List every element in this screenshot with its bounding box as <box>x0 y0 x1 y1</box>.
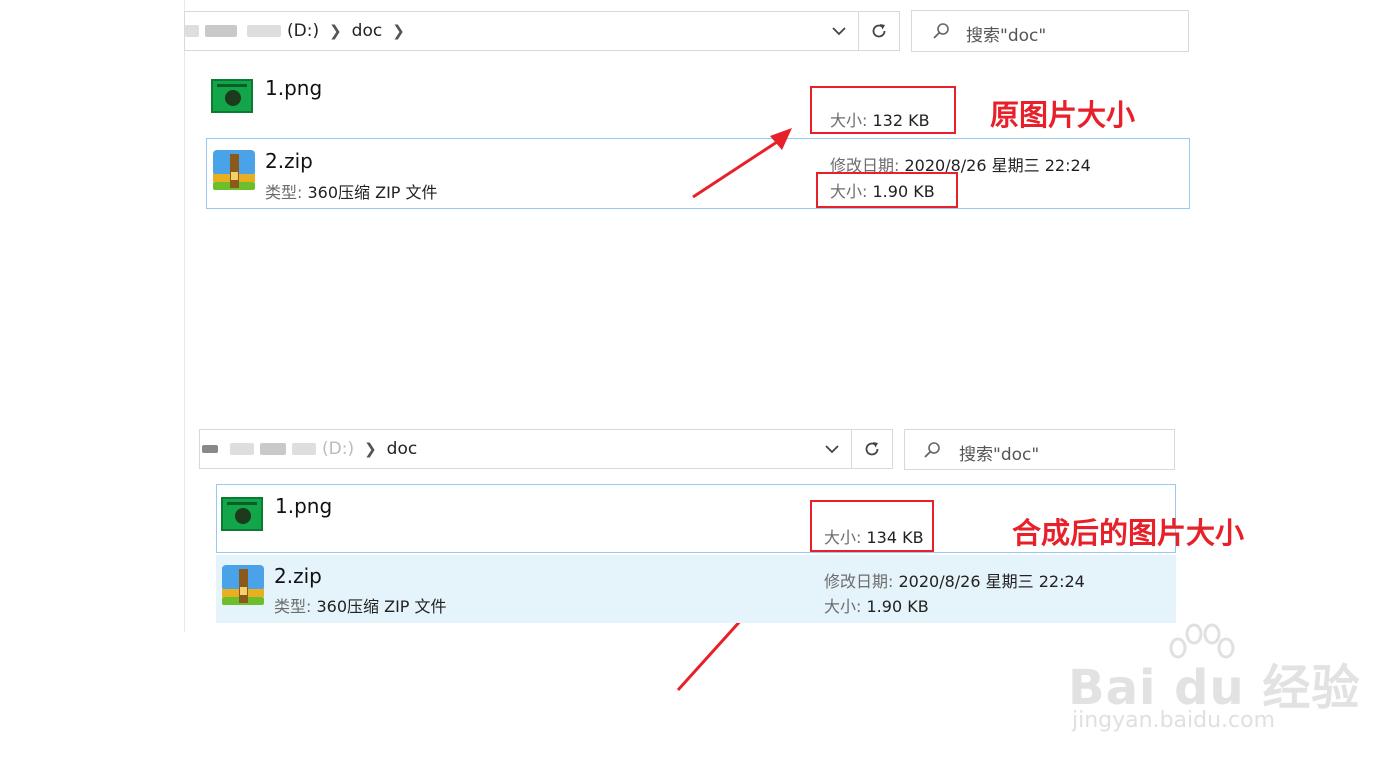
breadcrumb: (D:) ❯ doc ❯ <box>185 12 415 50</box>
search-box[interactable]: 搜索"doc" <box>904 429 1175 470</box>
zip-archive-icon <box>213 150 255 190</box>
search-placeholder: 搜索"doc" <box>959 445 1040 465</box>
redacted-path <box>247 25 281 37</box>
annotation-label: 原图片大小 <box>990 98 1136 132</box>
file-name: 1.png <box>275 494 333 518</box>
address-bar[interactable]: (D:) ❯ doc <box>199 429 893 469</box>
file-size: 大小: 1.90 KB <box>824 597 929 616</box>
annotation-label: 合成后的图片大小 <box>1012 516 1245 550</box>
file-name: 1.png <box>265 76 323 100</box>
refresh-icon <box>872 24 886 38</box>
redacted-path <box>205 25 237 37</box>
refresh-button[interactable] <box>852 430 892 468</box>
refresh-icon <box>865 442 879 456</box>
breadcrumb-folder[interactable]: doc <box>352 21 383 41</box>
breadcrumb-drive[interactable]: (D:) <box>287 21 319 41</box>
redacted-path <box>292 443 316 455</box>
zip-archive-icon <box>222 565 264 605</box>
chevron-down-icon <box>832 26 846 35</box>
history-dropdown-button[interactable] <box>814 430 850 468</box>
address-bar[interactable]: (D:) ❯ doc ❯ <box>184 11 900 51</box>
file-modified-date: 修改日期: 2020/8/26 星期三 22:24 <box>824 572 1085 591</box>
chevron-right-icon[interactable]: ❯ <box>392 22 405 40</box>
chevron-right-icon[interactable]: ❯ <box>364 440 377 458</box>
chevron-down-icon <box>825 444 839 453</box>
redacted-path <box>230 443 254 455</box>
highlight-box <box>810 86 956 134</box>
search-icon <box>933 23 949 39</box>
breadcrumb: (D:) ❯ doc <box>200 430 417 468</box>
breadcrumb-folder[interactable]: doc <box>387 439 418 459</box>
breadcrumb-drive[interactable]: (D:) <box>322 439 354 459</box>
image-thumbnail <box>211 79 253 113</box>
watermark-url: jingyan.baidu.com <box>1072 708 1276 733</box>
file-name: 2.zip <box>274 564 322 588</box>
refresh-button[interactable] <box>859 12 899 50</box>
history-dropdown-button[interactable] <box>821 12 857 50</box>
file-type: 类型: 360压缩 ZIP 文件 <box>274 597 447 616</box>
redacted-path <box>185 25 199 37</box>
file-name: 2.zip <box>265 149 313 173</box>
highlight-box <box>810 500 934 552</box>
search-box[interactable]: 搜索"doc" <box>911 10 1189 52</box>
highlight-box <box>816 172 958 208</box>
search-placeholder: 搜索"doc" <box>966 26 1047 46</box>
redacted-path <box>202 445 218 453</box>
image-thumbnail <box>221 497 263 531</box>
redacted-path <box>260 443 286 455</box>
chevron-right-icon[interactable]: ❯ <box>329 22 342 40</box>
search-icon <box>924 442 940 458</box>
window-left-edge <box>184 0 185 632</box>
file-type: 类型: 360压缩 ZIP 文件 <box>265 183 438 202</box>
